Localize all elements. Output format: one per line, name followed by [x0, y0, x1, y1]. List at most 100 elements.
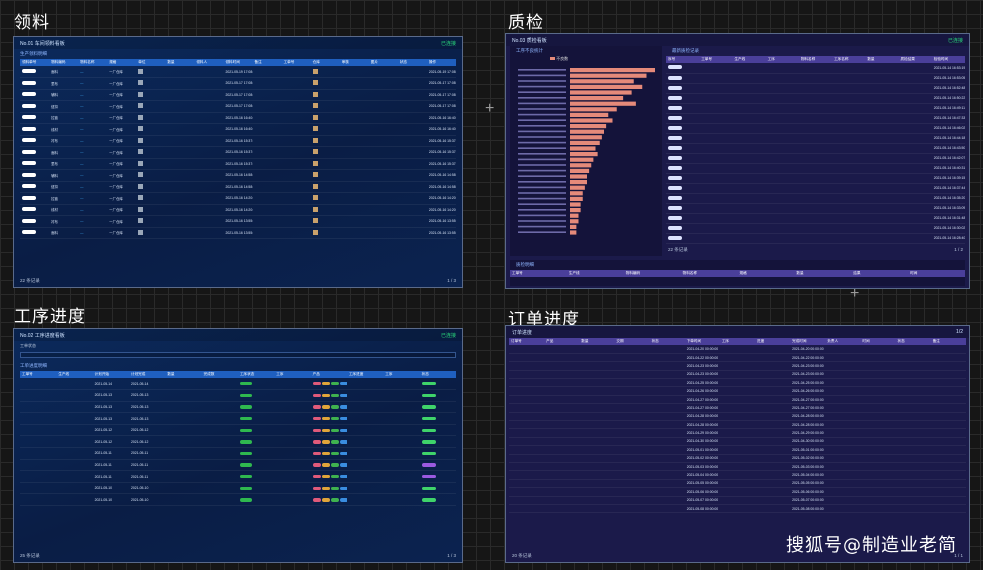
column-header[interactable]: 备注 [930, 338, 966, 345]
table-row[interactable]: 2021-05-06 00:00:00 2021-05-06 00:00:00 [509, 487, 966, 497]
row-button[interactable] [666, 133, 700, 144]
defect-bar[interactable] [570, 124, 607, 129]
table-row[interactable]: 拉链—一厂仓库 2021-05-16 14:20:11 2021-05-16 14:… [20, 192, 456, 205]
table-row[interactable]: 2021-05-14 16:35:20 [666, 193, 965, 204]
table-row[interactable]: 2021-04-28 00:00:00 2021-04-28 00:00:00 [509, 412, 966, 422]
table-row[interactable]: 衬布—一厂仓库 2021-05-16 13:55:40 2021-05-16 13:… [20, 215, 456, 228]
material-code[interactable]: — [78, 66, 108, 78]
defect-bar[interactable] [570, 230, 577, 235]
column-header[interactable]: 数量 [794, 270, 852, 277]
material-code[interactable]: — [78, 192, 108, 205]
row-button[interactable] [666, 123, 700, 134]
column-header[interactable]: 进度 [754, 338, 791, 345]
row-button[interactable] [666, 163, 700, 174]
defect-bar[interactable] [570, 146, 596, 151]
defect-bar[interactable] [570, 101, 636, 106]
column-header[interactable]: 仓库 [310, 59, 340, 66]
table-row[interactable]: 2021-05-11 2021-05-11 [20, 470, 456, 483]
material-code[interactable]: — [78, 123, 108, 136]
column-header[interactable]: 状态 [649, 338, 685, 345]
row-button[interactable] [666, 233, 700, 244]
column-header[interactable]: 时间 [860, 338, 896, 345]
column-header[interactable]: 物料名称 [78, 59, 108, 66]
table-row[interactable]: 2021-05-14 16:49:11 [666, 103, 965, 114]
material-code[interactable]: — [78, 77, 108, 90]
row-button[interactable] [20, 204, 50, 216]
table-row[interactable]: 拉链—一厂仓库 2021-05-16 16:40:40 2021-05-16 16:… [20, 112, 456, 124]
column-header[interactable]: 状态 [397, 59, 427, 66]
column-header[interactable]: 工序 [719, 338, 755, 345]
column-header[interactable]: 领料人 [194, 59, 224, 66]
table-row[interactable]: 2021-05-13 2021-05-13 [20, 412, 456, 425]
column-header[interactable]: 交期 [614, 338, 650, 345]
table-row[interactable]: 2021-05-07 00:00:00 2021-05-07 00:00:00 [509, 496, 966, 505]
column-header[interactable]: 生产线 [732, 56, 766, 63]
column-header[interactable]: 计划完成 [128, 371, 166, 378]
column-header[interactable]: 操作 [426, 59, 456, 66]
column-header[interactable]: 完成时间 [790, 338, 826, 345]
table-row[interactable]: 2021-05-14 16:53:19 [666, 63, 965, 74]
column-header[interactable]: 数量 [165, 371, 202, 378]
defect-bar[interactable] [570, 163, 592, 168]
material-code[interactable]: — [78, 135, 108, 147]
column-header[interactable]: 工序状态 [237, 371, 275, 378]
column-header[interactable]: 时间 [908, 270, 965, 277]
row-button[interactable] [666, 83, 700, 94]
material-code[interactable]: — [78, 181, 108, 193]
column-header[interactable]: 图片 [368, 59, 398, 66]
table-row[interactable]: 2021-05-14 16:33:09 [666, 203, 965, 214]
table-row[interactable]: 2021-04-28 00:00:00 2021-04-28 00:00:00 [509, 420, 966, 430]
table-row[interactable]: 2021-05-14 16:42:07 [666, 153, 965, 164]
column-header[interactable]: 物料编码 [49, 59, 79, 66]
defect-bar[interactable] [570, 157, 594, 162]
row-button[interactable] [20, 89, 50, 101]
table-row[interactable]: 2021-05-14 16:31:48 [666, 213, 965, 224]
row-button[interactable] [20, 169, 50, 182]
row-button[interactable] [20, 100, 50, 113]
column-header[interactable]: 工单号 [281, 59, 311, 66]
table-row[interactable]: 2021-05-14 16:53:05 [666, 73, 965, 84]
column-header[interactable]: 工序进度 [346, 371, 384, 378]
table-row[interactable]: 2021-05-14 16:52:48 [666, 83, 965, 94]
table-row[interactable]: 线材—一厂仓库 2021-05-16 16:40:40 2021-05-16 16:… [20, 123, 456, 136]
table-row[interactable]: 2021-05-11 2021-05-11 [20, 459, 456, 472]
material-code[interactable]: — [78, 89, 108, 101]
material-code[interactable]: — [78, 158, 108, 170]
defect-bar[interactable] [570, 68, 655, 73]
table-row[interactable]: 2021-05-04 00:00:00 2021-05-04 00:00:00 [509, 470, 966, 480]
pagination[interactable]: 1 / 3 [447, 553, 456, 559]
defect-bar[interactable] [570, 118, 613, 123]
row-button[interactable] [666, 73, 700, 84]
defect-bar[interactable] [570, 107, 617, 112]
row-button[interactable] [666, 183, 700, 194]
row-button[interactable] [666, 193, 700, 204]
defect-bar[interactable] [570, 152, 598, 157]
table-row[interactable]: 2021-04-25 00:00:00 2021-04-25 00:00:00 [509, 378, 966, 388]
table-row[interactable]: 辅料—一厂仓库 2021-05-17 17:08:01 2021-05-17 17:… [20, 89, 456, 101]
column-header[interactable]: 完成数 [201, 371, 238, 378]
process-filter[interactable]: 工单状态 [14, 341, 462, 351]
table-row[interactable]: 2021-05-14 16:40:31 [666, 163, 965, 174]
table-row[interactable]: 2021-04-22 00:00:00 2021-04-22 00:00:00 [509, 353, 966, 363]
row-button[interactable] [20, 112, 50, 124]
filter-bar[interactable] [20, 352, 456, 358]
column-header[interactable]: 工序名称 [832, 56, 866, 63]
column-header[interactable]: 数量 [865, 56, 899, 63]
row-button[interactable] [20, 192, 50, 205]
table-row[interactable]: 2021-05-08 00:00:00 2021-05-08 00:00:00 [509, 504, 966, 514]
column-header[interactable]: 规格 [737, 270, 795, 277]
defect-bar[interactable] [570, 191, 583, 196]
column-header[interactable]: 生产线 [56, 371, 93, 378]
defect-bar[interactable] [570, 84, 643, 89]
table-row[interactable]: 2021-05-12 2021-05-12 [20, 435, 456, 449]
column-header[interactable]: 订单号 [509, 338, 545, 345]
row-button[interactable] [666, 143, 700, 154]
row-button[interactable] [20, 146, 50, 159]
column-header[interactable]: 质检结果 [898, 56, 932, 63]
table-row[interactable]: 2021-05-10 2021-05-10 [20, 493, 456, 507]
column-header[interactable]: 负责人 [825, 338, 861, 345]
table-row[interactable]: 2021-04-27 00:00:00 2021-04-27 00:00:00 [509, 403, 966, 413]
row-button[interactable] [666, 63, 700, 74]
material-code[interactable]: — [78, 204, 108, 216]
table-row[interactable]: 2021-05-14 16:37:44 [666, 183, 965, 194]
